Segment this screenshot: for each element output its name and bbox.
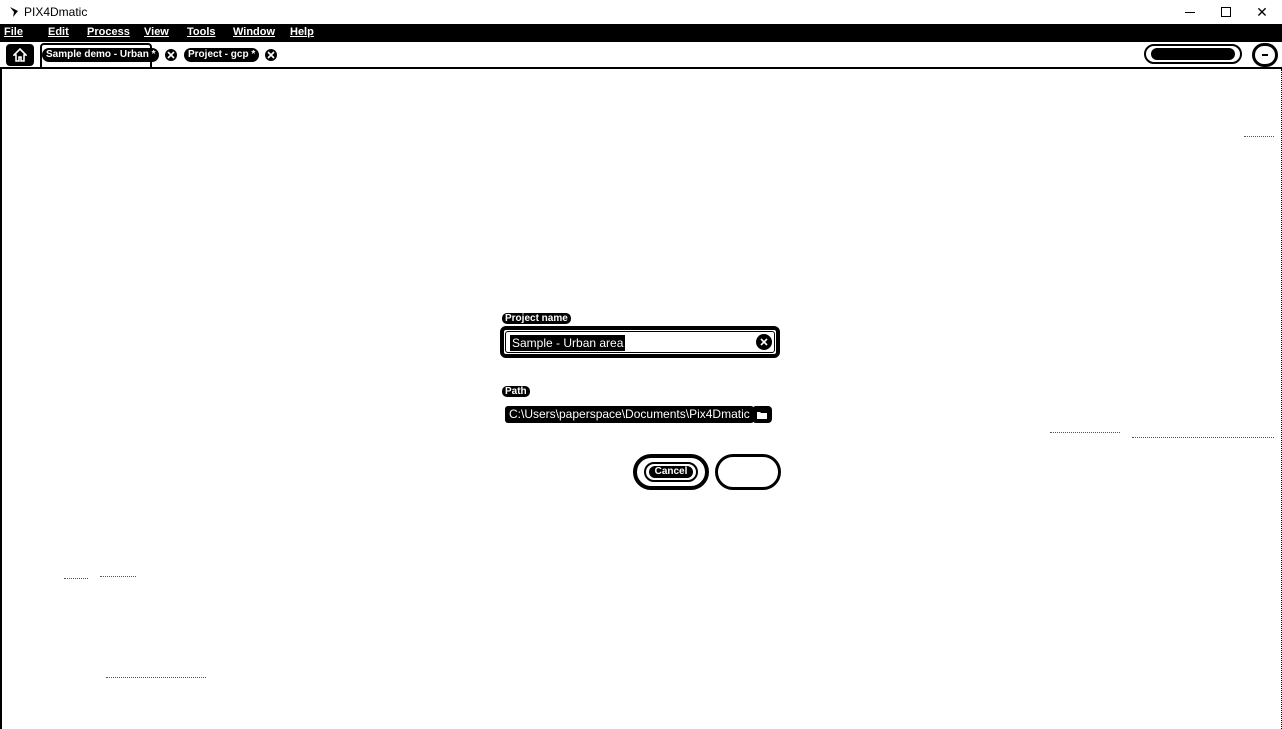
- clear-icon: [760, 338, 768, 346]
- project-name-value: Sample - Urban area: [510, 335, 626, 351]
- folder-icon: [757, 411, 767, 419]
- window-title: PIX4Dmatic: [24, 5, 88, 19]
- artifact: [106, 677, 206, 678]
- maximize-button[interactable]: [1208, 0, 1244, 24]
- menu-view[interactable]: View: [142, 24, 171, 41]
- menu-process[interactable]: Process: [85, 24, 132, 41]
- artifact: [64, 578, 88, 579]
- tab-label: Sample demo - Urban *: [42, 48, 160, 62]
- cancel-focus-ring: Cancel: [643, 462, 699, 482]
- user-account-button[interactable]: [1252, 43, 1278, 67]
- minimize-icon: [1185, 11, 1195, 13]
- tab-strip: Sample demo - Urban * Project - gcp *: [0, 41, 1282, 67]
- window-left-edge: [0, 69, 2, 729]
- project-name-label: Project name: [502, 313, 571, 324]
- maximize-icon: [1221, 7, 1231, 17]
- browse-folder-button[interactable]: [752, 406, 772, 423]
- close-icon: [267, 51, 275, 59]
- user-icon: [1262, 54, 1268, 56]
- tab-close-button[interactable]: [165, 49, 178, 61]
- cancel-label: Cancel: [648, 466, 694, 478]
- tab-label: Project - gcp *: [184, 48, 260, 62]
- menu-help[interactable]: Help: [288, 24, 316, 41]
- home-icon: [13, 48, 27, 62]
- close-icon: ✕: [1256, 3, 1268, 20]
- close-window-button[interactable]: ✕: [1244, 0, 1280, 24]
- artifact: [1050, 432, 1120, 433]
- project-name-input[interactable]: Sample - Urban area: [500, 326, 780, 358]
- artifact: [1244, 136, 1274, 137]
- pix4d-logo-icon: [10, 7, 18, 17]
- path-label: Path: [502, 386, 530, 397]
- artifact: [100, 576, 136, 577]
- app-bar: File Edit Process View Tools Window Help…: [0, 24, 1282, 69]
- tab-sample-demo-urban[interactable]: Sample demo - Urban *: [42, 46, 178, 64]
- menu-file[interactable]: File: [2, 24, 25, 41]
- license-button[interactable]: [1144, 44, 1242, 64]
- close-icon: [167, 51, 176, 59]
- menu-window[interactable]: Window: [231, 24, 277, 41]
- confirm-button[interactable]: [715, 454, 781, 490]
- tab-close-button[interactable]: [265, 49, 278, 61]
- menu-tools[interactable]: Tools: [185, 24, 218, 41]
- artifact: [1132, 437, 1274, 438]
- license-pill: [1151, 48, 1235, 60]
- tab-project-gcp[interactable]: Project - gcp *: [184, 46, 278, 64]
- home-tab[interactable]: [6, 44, 34, 66]
- clear-input-button[interactable]: [756, 334, 772, 350]
- path-value[interactable]: C:\Users\paperspace\Documents\Pix4Dmatic: [505, 406, 754, 423]
- minimize-button[interactable]: [1172, 0, 1208, 24]
- cancel-button[interactable]: Cancel: [633, 454, 709, 490]
- title-bar: PIX4Dmatic ✕: [0, 0, 1282, 24]
- menu-edit[interactable]: Edit: [46, 24, 71, 41]
